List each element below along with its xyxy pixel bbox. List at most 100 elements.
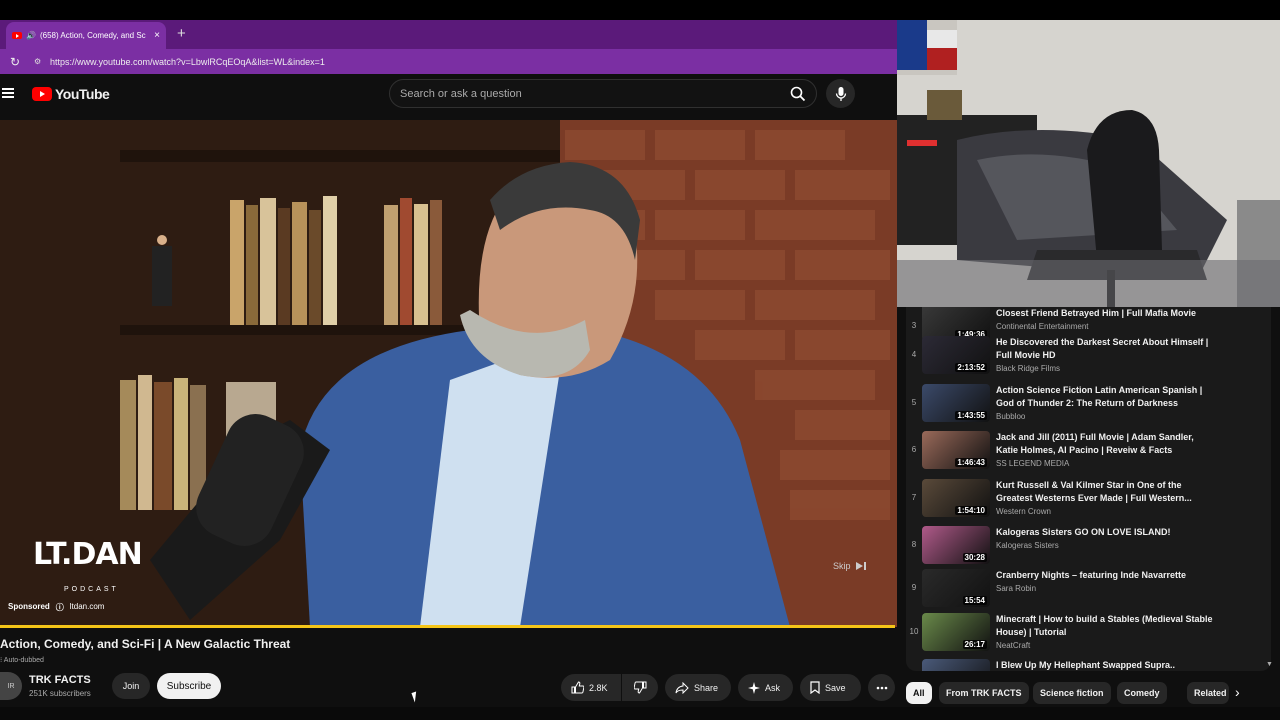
search-input[interactable]: Search or ask a question <box>389 79 817 108</box>
playlist-item-title[interactable]: Minecraft | How to build a Stables (Medi… <box>996 613 1216 639</box>
chip-science-fiction[interactable]: Science fiction <box>1033 682 1111 704</box>
playlist-item-channel[interactable]: Kalogeras Sisters <box>996 541 1059 550</box>
tab-close-icon[interactable]: × <box>154 30 160 41</box>
search-button[interactable] <box>784 80 812 107</box>
playlist-item-channel[interactable]: SS LEGEND MEDIA <box>996 459 1069 468</box>
ad-progress-bar[interactable] <box>0 625 895 628</box>
search-placeholder: Search or ask a question <box>400 87 522 100</box>
channel-name[interactable]: TRK FACTS <box>29 674 91 686</box>
webcam-overlay <box>897 20 1280 307</box>
thumbs-down-icon <box>633 681 646 694</box>
playlist-item[interactable]: 7 1:54:10 Kurt Russell & Val Kilmer Star i… <box>906 479 1266 525</box>
playlist-item[interactable]: 10 26:17 Minecraft | How to build a Stable… <box>906 613 1266 659</box>
new-tab-button[interactable]: + <box>177 24 186 44</box>
playlist-item-index: 5 <box>911 398 917 407</box>
sponsored-label: Sponsored <box>8 602 50 611</box>
playlist-item[interactable]: 8 30:28 Kalogeras Sisters GO ON LOVE ISLAN… <box>906 526 1266 572</box>
mic-icon <box>835 86 846 101</box>
info-icon[interactable]: ⓘ <box>56 602 64 613</box>
share-icon <box>675 681 689 694</box>
duration-badge: 1:46:43 <box>955 458 987 467</box>
playlist-item-title[interactable]: Action Science Fiction Latin American Sp… <box>996 384 1216 410</box>
share-button[interactable]: Share <box>665 674 731 701</box>
site-info-icon[interactable]: ⚙ <box>34 57 44 66</box>
chevron-right-icon[interactable]: › <box>1235 684 1240 700</box>
playlist-item-index: 7 <box>911 493 917 502</box>
playlist-item-title[interactable]: Closest Friend Betrayed Him | Full Mafia… <box>996 307 1216 320</box>
duration-badge: 1:54:10 <box>955 506 987 515</box>
playlist-item[interactable]: 6 1:46:43 Jack and Jill (2011) Full Movie … <box>906 431 1266 477</box>
playlist-item-channel[interactable]: Continental Entertainment <box>996 322 1089 331</box>
mouse-cursor <box>411 691 420 703</box>
ask-label: Ask <box>765 682 781 693</box>
playlist-item[interactable]: 4 2:13:52 He Discovered the Darkest Secret… <box>906 336 1266 382</box>
youtube-logo-text: YouTube <box>55 86 110 102</box>
sponsored-info[interactable]: Sponsored ⓘ ltdan.com <box>8 602 104 613</box>
bottom-strip <box>0 707 1280 720</box>
chip-related[interactable]: Related <box>1187 682 1229 704</box>
playlist-item-index: 8 <box>911 540 917 549</box>
playlist-item-title[interactable]: Kurt Russell & Val Kilmer Star in One of… <box>996 479 1216 505</box>
dislike-button[interactable] <box>622 674 658 701</box>
skip-label: Skip <box>833 561 851 571</box>
playlist-thumbnail[interactable]: 26:17 <box>922 613 990 651</box>
playlist-item-title[interactable]: He Discovered the Darkest Secret About H… <box>996 336 1216 362</box>
playlist-item-channel[interactable]: Black Ridge Films <box>996 364 1060 373</box>
subscriber-count: 251K subscribers <box>29 689 91 698</box>
more-actions-button[interactable] <box>868 674 895 701</box>
thumbs-up-icon <box>571 681 584 694</box>
playlist-item-channel[interactable]: NeatCraft <box>996 641 1030 650</box>
playlist-item-title[interactable]: I Blew Up My Hellephant Swapped Supra.. <box>996 659 1216 671</box>
playlist-item[interactable]: I Blew Up My Hellephant Swapped Supra.. <box>906 659 1266 671</box>
playlist-panel: 3 1:49:36 Closest Friend Betrayed Him | Fu… <box>897 307 1280 671</box>
playlist-item[interactable]: 5 1:43:55 Action Science Fiction Latin Ame… <box>906 384 1266 430</box>
playlist-item-channel[interactable]: Western Crown <box>996 507 1051 516</box>
reload-icon[interactable]: ↻ <box>10 55 24 69</box>
speaker-icon[interactable]: 🔊 <box>26 31 36 40</box>
playlist-item-channel[interactable]: Sara Robin <box>996 584 1036 593</box>
screen-top-bar <box>0 0 1280 20</box>
duration-badge: 26:17 <box>962 640 987 649</box>
youtube-logo[interactable]: YouTube <box>32 86 110 102</box>
channel-avatar[interactable]: IR <box>0 672 22 700</box>
playlist-thumbnail[interactable]: 2:13:52 <box>922 336 990 374</box>
subscribe-button[interactable]: Subscribe <box>157 673 221 699</box>
playlist-thumbnail[interactable]: 1:43:55 <box>922 384 990 422</box>
playlist-list: 3 1:49:36 Closest Friend Betrayed Him | Fu… <box>906 307 1271 671</box>
save-button[interactable]: Save <box>800 674 861 701</box>
playlist-thumbnail[interactable]: 15:54 <box>922 569 990 607</box>
duration-badge: 30:28 <box>962 553 987 562</box>
related-chips: All From TRK FACTS Science fiction Comed… <box>897 680 1280 707</box>
youtube-favicon-icon <box>12 32 22 39</box>
voice-search-button[interactable] <box>826 79 855 108</box>
tab-title: (658) Action, Comedy, and Sc <box>39 31 146 40</box>
join-button[interactable]: Join <box>112 673 150 699</box>
playlist-item-title[interactable]: Cranberry Nights – featuring Inde Navarr… <box>996 569 1216 582</box>
playlist-item-channel[interactable]: Bubbloo <box>996 412 1025 421</box>
playlist-item-title[interactable]: Jack and Jill (2011) Full Movie | Adam S… <box>996 431 1216 457</box>
playlist-thumbnail[interactable]: 30:28 <box>922 526 990 564</box>
menu-icon[interactable] <box>2 88 14 98</box>
chip-all[interactable]: All <box>906 682 932 704</box>
url-text[interactable]: https://www.youtube.com/watch?v=LbwlRCqE… <box>50 57 325 67</box>
save-label: Save <box>825 682 846 693</box>
playlist-thumbnail[interactable]: 1:54:10 <box>922 479 990 517</box>
duration-badge: 2:13:52 <box>955 363 987 372</box>
browser-tab[interactable]: 🔊 (658) Action, Comedy, and Sc × <box>6 22 166 49</box>
youtube-play-icon <box>32 87 52 101</box>
playlist-item-title[interactable]: Kalogeras Sisters GO ON LOVE ISLAND! <box>996 526 1216 539</box>
chip-comedy[interactable]: Comedy <box>1117 682 1167 704</box>
like-button[interactable]: 2.8K <box>561 674 621 701</box>
video-title: Action, Comedy, and Sci-Fi | A New Galac… <box>0 637 291 651</box>
sponsor-domain[interactable]: ltdan.com <box>70 602 105 613</box>
ask-button[interactable]: Ask <box>738 674 793 701</box>
chip-from-channel[interactable]: From TRK FACTS <box>939 682 1029 704</box>
more-icon <box>876 686 887 689</box>
playlist-thumbnail[interactable] <box>922 659 990 671</box>
sparkle-icon <box>748 681 760 694</box>
playlist-thumbnail[interactable]: 1:46:43 <box>922 431 990 469</box>
playlist-item[interactable]: 9 15:54 Cranberry Nights – featuring Inde … <box>906 569 1266 615</box>
scroll-down-icon[interactable]: ▼ <box>1266 661 1273 668</box>
skip-ad-button[interactable]: Skip <box>833 561 867 571</box>
playlist-item-index: 10 <box>909 627 919 636</box>
